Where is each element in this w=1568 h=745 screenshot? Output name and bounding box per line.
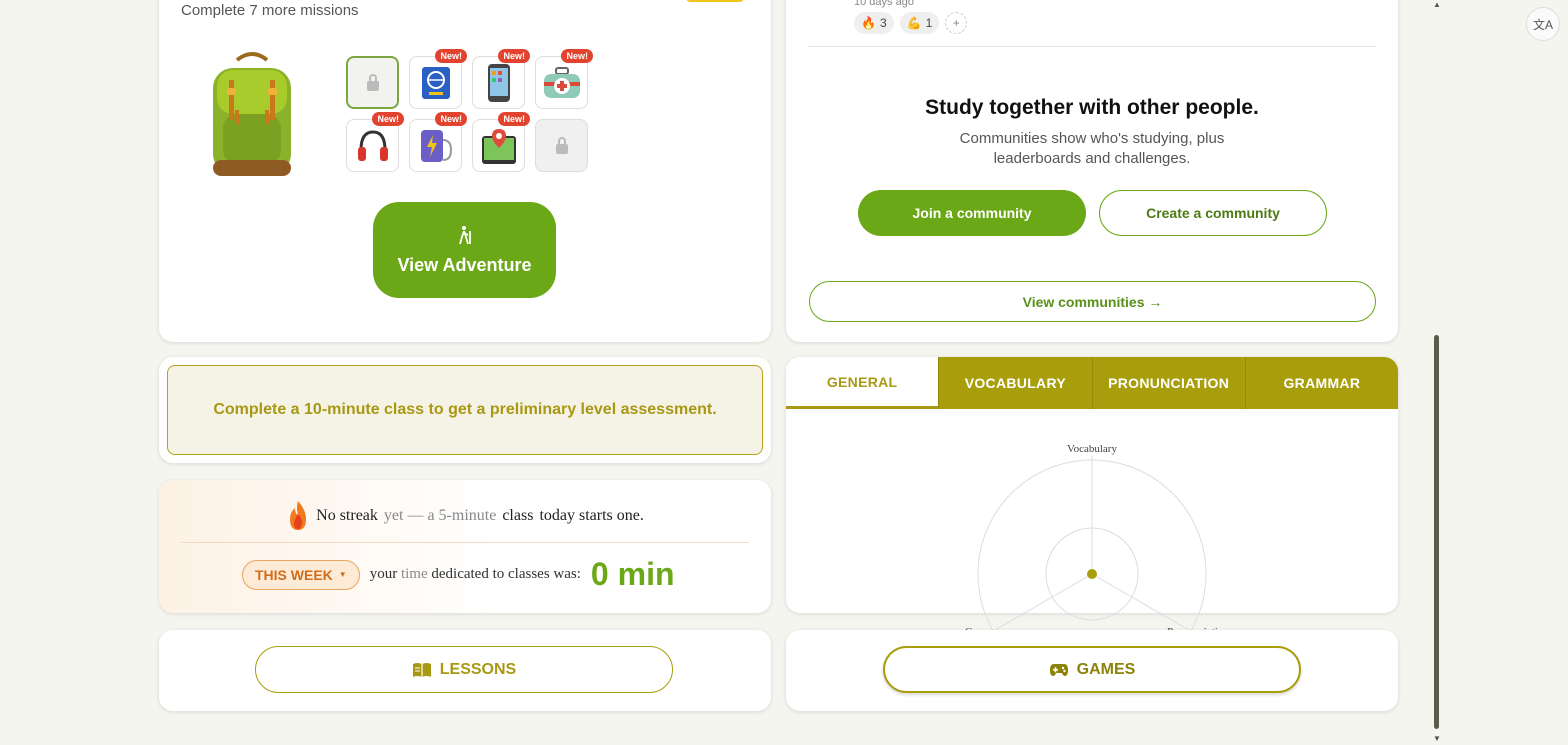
games-button[interactable]: GAMES	[883, 646, 1301, 693]
adventure-card: Complete 7 more missions New! New! New! …	[159, 0, 771, 342]
period-dropdown[interactable]: THIS WEEK ▼	[242, 559, 360, 590]
muscle-icon: 💪	[906, 16, 922, 30]
community-title: Study together with other people.	[925, 96, 1259, 119]
phone-item[interactable]: New!	[472, 49, 530, 109]
passport-item[interactable]: New!	[409, 49, 467, 109]
first-aid-kit-icon	[543, 66, 580, 98]
scroll-up-arrow-icon[interactable]: ▲	[1432, 0, 1442, 9]
locked-item-slot[interactable]	[346, 56, 399, 109]
tab-pronunciation[interactable]: PRONUNCIATION	[1091, 357, 1245, 409]
fire-icon: 🔥	[861, 16, 876, 30]
tab-grammar[interactable]: GRAMMAR	[1244, 357, 1398, 409]
lock-icon	[555, 136, 568, 154]
create-community-button[interactable]: Create a community	[1099, 190, 1327, 236]
locked-item-slot[interactable]	[535, 119, 588, 172]
weekly-time-row: THIS WEEK ▼ your time dedicated to class…	[242, 556, 675, 593]
streak-text: class	[502, 507, 534, 524]
view-adventure-button[interactable]: View Adventure	[373, 202, 556, 298]
view-adventure-label: View Adventure	[397, 254, 532, 275]
skills-tabs: GENERAL VOCABULARY PRONUNCIATION GRAMMAR	[786, 357, 1398, 409]
hiker-icon	[456, 225, 474, 251]
new-badge: New!	[372, 112, 404, 126]
add-reaction-button[interactable]: +	[945, 12, 968, 34]
games-label: GAMES	[1076, 660, 1136, 678]
power-bank-item[interactable]: New!	[409, 112, 467, 172]
view-communities-button[interactable]: View communities →	[809, 281, 1376, 322]
streak-text: No streak	[316, 507, 378, 524]
reaction-count: 3	[879, 16, 887, 30]
community-subtitle: Communities show who's studying, plus le…	[959, 130, 1225, 167]
headphones-icon	[357, 129, 388, 161]
skills-radar-chart: Vocabulary Grammar Pronunciation	[965, 443, 1229, 650]
lessons-label: LESSONS	[439, 660, 517, 678]
items-grid: New! New! New! New! New! New!	[346, 49, 593, 172]
missions-remaining-text: Complete 7 more missions	[181, 2, 359, 19]
lessons-card: LESSONS	[159, 630, 771, 711]
translate-button[interactable]: 文A	[1526, 7, 1560, 41]
flame-icon	[290, 501, 307, 530]
caret-down-icon: ▼	[338, 570, 347, 579]
new-badge: New!	[435, 49, 467, 63]
tab-general[interactable]: GENERAL	[786, 357, 939, 409]
radar-axis	[1091, 573, 1195, 634]
phone-icon	[487, 63, 510, 102]
lock-icon	[366, 73, 379, 91]
streak-message: No streak yet — a 5-minute class today s…	[159, 500, 771, 532]
translate-icon: 文A	[1532, 17, 1553, 32]
new-badge: New!	[498, 112, 530, 126]
time-dedicated-value: 0 min	[590, 556, 675, 592]
timestamp: 10 days ago	[854, 0, 914, 8]
lessons-button[interactable]: LESSONS	[255, 646, 673, 693]
radar-label-vocabulary: Vocabulary	[1067, 443, 1117, 455]
period-label: THIS WEEK	[255, 566, 333, 583]
assessment-message: Complete a 10-minute class to get a prel…	[167, 365, 763, 455]
divider	[181, 542, 749, 543]
power-bank-icon	[420, 129, 452, 162]
reactions-row: 🔥 3 💪 1 +	[854, 12, 968, 34]
map-tablet-icon	[481, 128, 516, 164]
games-card: GAMES	[786, 630, 1398, 711]
fire-reaction[interactable]: 🔥 3	[854, 12, 894, 34]
streak-text: today starts one.	[539, 507, 644, 524]
new-badge: New!	[498, 49, 530, 63]
new-badge: New!	[435, 112, 467, 126]
headphones-item[interactable]: New!	[346, 112, 404, 172]
community-card: 10 days ago 🔥 3 💪 1 + Study together with …	[786, 0, 1398, 342]
reaction-count: 1	[925, 16, 933, 30]
scrollbar-thumb[interactable]	[1434, 335, 1439, 729]
book-icon	[412, 662, 431, 677]
radar-point	[1087, 569, 1097, 579]
streak-card: No streak yet — a 5-minute class today s…	[159, 480, 771, 613]
gamepad-icon	[1049, 663, 1068, 676]
assessment-card: Complete a 10-minute class to get a prel…	[159, 357, 771, 463]
map-item[interactable]: New!	[472, 112, 530, 172]
scroll-down-arrow-icon[interactable]: ▼	[1432, 734, 1442, 743]
streak-text: yet — a 5-minute	[383, 507, 497, 524]
backpack-icon	[213, 52, 291, 176]
tab-vocabulary[interactable]: VOCABULARY	[938, 357, 1092, 409]
status-badge	[685, 0, 745, 2]
time-dedicated-label: your time dedicated to classes was:	[369, 566, 581, 582]
radar-axis	[989, 573, 1093, 634]
muscle-reaction[interactable]: 💪 1	[899, 12, 940, 34]
passport-icon	[421, 66, 450, 99]
join-community-button[interactable]: Join a community	[858, 190, 1086, 236]
divider	[808, 46, 1376, 47]
new-badge: New!	[561, 49, 593, 63]
first-aid-item[interactable]: New!	[535, 49, 593, 109]
